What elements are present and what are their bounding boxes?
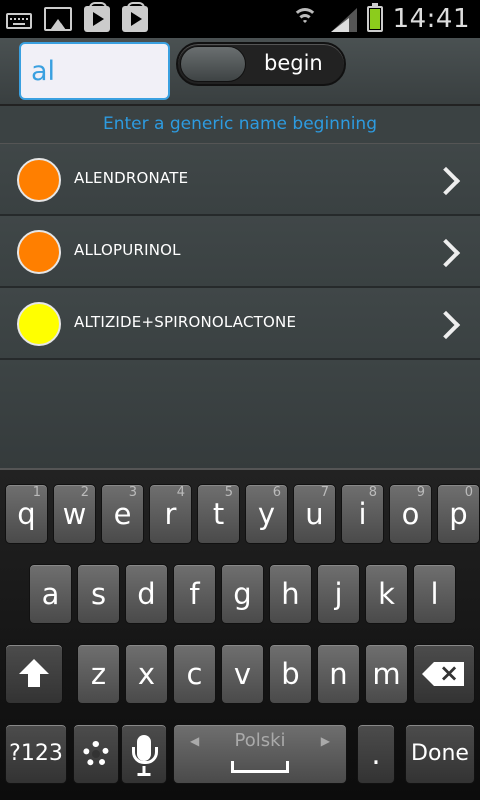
key-letter: e [113, 497, 132, 531]
key-b[interactable]: b [269, 644, 312, 704]
key-s[interactable]: s [77, 564, 120, 624]
key-u[interactable]: 7u [293, 484, 336, 544]
done-key[interactable]: Done [405, 724, 475, 784]
key-p[interactable]: 0p [437, 484, 480, 544]
results-list: ALENDRONATE ALLOPURINOL ALTIZIDE+SPIRONO… [0, 144, 480, 468]
symbols-key[interactable]: ?123 [5, 724, 67, 784]
drug-name: ALENDRONATE [74, 169, 189, 187]
clock: 14:41 [392, 4, 470, 34]
begin-toggle[interactable]: begin [176, 42, 346, 86]
key-letter: b [281, 657, 300, 691]
key-letter: l [430, 577, 439, 611]
status-bar: 14:41 [0, 0, 480, 38]
key-letter: a [41, 577, 60, 611]
toggle-label: begin [264, 51, 323, 75]
backspace-icon [422, 662, 466, 686]
chevron-right-icon [442, 310, 458, 336]
microphone-icon [132, 735, 158, 764]
color-dot-icon [17, 230, 61, 274]
search-input[interactable] [19, 42, 170, 100]
key-n[interactable]: n [317, 644, 360, 704]
key-e[interactable]: 3e [101, 484, 144, 544]
key-g[interactable]: g [221, 564, 264, 624]
key-letter: g [233, 577, 252, 611]
list-item[interactable]: ALLOPURINOL [0, 216, 480, 288]
key-letter: x [137, 657, 156, 691]
play-store-icon [122, 2, 148, 32]
key-hint-number: 4 [176, 485, 185, 500]
shift-key[interactable] [5, 644, 63, 704]
key-j[interactable]: j [317, 564, 360, 624]
drug-name: ALLOPURINOL [74, 241, 181, 259]
chevron-right-icon [442, 166, 458, 192]
key-letter: y [257, 497, 276, 531]
key-letter: j [334, 577, 343, 611]
key-r[interactable]: 4r [149, 484, 192, 544]
list-item[interactable]: ALTIZIDE+SPIRONOLACTONE [0, 288, 480, 360]
key-letter: v [233, 657, 252, 691]
soft-keyboard: ?123 ◀ Polski ▶ . Done 1q2w3e4r5t6y7u8i9… [0, 468, 480, 800]
key-letter: z [90, 657, 107, 691]
list-empty-area [0, 360, 480, 468]
list-item[interactable]: ALENDRONATE [0, 144, 480, 216]
period-key[interactable]: . [357, 724, 395, 784]
key-m[interactable]: m [365, 644, 408, 704]
key-letter: r [164, 497, 177, 531]
drug-name: ALTIZIDE+SPIRONOLACTONE [74, 313, 297, 331]
key-w[interactable]: 2w [53, 484, 96, 544]
settings-key[interactable] [73, 724, 119, 784]
play-store-icon [84, 2, 110, 32]
key-letter: p [449, 497, 468, 531]
voice-input-key[interactable] [121, 724, 167, 784]
key-x[interactable]: x [125, 644, 168, 704]
keyboard-icon [6, 13, 32, 29]
key-letter: c [186, 657, 203, 691]
key-t[interactable]: 5t [197, 484, 240, 544]
search-hint: Enter a generic name beginning [0, 106, 480, 144]
key-hint-number: 5 [224, 485, 233, 500]
key-i[interactable]: 8i [341, 484, 384, 544]
toggle-knob[interactable] [180, 46, 246, 82]
key-letter: o [401, 497, 420, 531]
key-letter: w [62, 497, 87, 531]
signal-icon [329, 6, 357, 32]
key-letter: q [17, 497, 36, 531]
key-letter: m [372, 657, 401, 691]
color-dot-icon [17, 302, 61, 346]
key-o[interactable]: 9o [389, 484, 432, 544]
wifi-icon [291, 6, 319, 32]
key-c[interactable]: c [173, 644, 216, 704]
key-letter: t [212, 497, 225, 531]
search-bar: begin [0, 38, 480, 106]
key-q[interactable]: 1q [5, 484, 48, 544]
backspace-key[interactable] [413, 644, 475, 704]
key-v[interactable]: v [221, 644, 264, 704]
key-f[interactable]: f [173, 564, 216, 624]
chevron-right-icon [442, 238, 458, 264]
gear-icon [83, 741, 109, 767]
key-letter: s [90, 577, 107, 611]
shift-icon [19, 659, 49, 689]
key-letter: k [378, 577, 395, 611]
key-letter: n [329, 657, 348, 691]
key-z[interactable]: z [77, 644, 120, 704]
arrow-right-icon: ▶ [320, 734, 330, 748]
color-dot-icon [17, 158, 61, 202]
space-key[interactable]: ◀ Polski ▶ [173, 724, 347, 784]
key-letter: u [305, 497, 324, 531]
space-icon [231, 761, 289, 773]
key-letter: d [137, 577, 156, 611]
key-letter: h [281, 577, 300, 611]
key-l[interactable]: l [413, 564, 456, 624]
key-letter: f [189, 577, 200, 611]
image-icon [44, 7, 72, 31]
key-letter: i [358, 497, 367, 531]
key-h[interactable]: h [269, 564, 312, 624]
key-y[interactable]: 6y [245, 484, 288, 544]
key-hint-number: 8 [368, 485, 377, 500]
battery-icon [366, 3, 383, 32]
key-a[interactable]: a [29, 564, 72, 624]
key-k[interactable]: k [365, 564, 408, 624]
key-d[interactable]: d [125, 564, 168, 624]
